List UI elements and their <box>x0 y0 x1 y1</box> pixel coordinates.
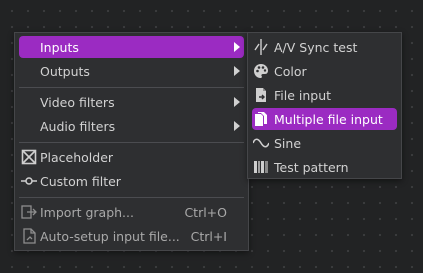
submenu-item-label: Multiple file input <box>274 111 383 127</box>
auto-setup-file-icon <box>21 228 37 244</box>
shortcut-label: Ctrl+I <box>190 228 227 244</box>
shortcut-label: Ctrl+O <box>184 204 227 220</box>
sine-wave-icon <box>253 135 269 151</box>
menu-item-label: Custom filter <box>40 173 121 189</box>
menu-separator <box>19 87 244 88</box>
submenu-item-sine[interactable]: Sine <box>252 132 397 154</box>
inputs-submenu: A/V Sync test Color File input Multiple … <box>247 32 402 179</box>
submenu-item-test-pattern[interactable]: Test pattern <box>252 156 397 178</box>
submenu-arrow-icon <box>234 121 240 131</box>
menu-item-inputs[interactable]: Inputs <box>19 36 244 58</box>
file-input-icon <box>253 87 269 103</box>
menu-item-label: Outputs <box>40 63 90 79</box>
menu-separator <box>19 197 244 198</box>
submenu-arrow-icon <box>234 97 240 107</box>
menu-item-outputs[interactable]: Outputs <box>19 60 244 82</box>
menu-item-audio-filters[interactable]: Audio filters <box>19 115 244 137</box>
menu-item-label: Video filters <box>40 94 115 110</box>
submenu-arrow-icon <box>234 66 240 76</box>
menu-item-label: Import graph... <box>40 204 134 220</box>
menu-item-import-graph[interactable]: Import graph... Ctrl+O <box>19 201 244 223</box>
test-pattern-icon <box>253 159 269 175</box>
submenu-item-label: File input <box>274 87 332 103</box>
submenu-item-file-input[interactable]: File input <box>252 84 397 106</box>
menu-item-auto-setup-input-file[interactable]: Auto-setup input file... Ctrl+I <box>19 225 244 247</box>
menu-item-placeholder[interactable]: Placeholder <box>19 146 244 168</box>
submenu-item-label: Sine <box>274 135 302 151</box>
context-menu: Inputs Outputs Video filters Audio filte… <box>14 32 249 251</box>
menu-separator <box>19 142 244 143</box>
menu-item-label: Inputs <box>40 39 79 55</box>
submenu-item-color[interactable]: Color <box>252 60 397 82</box>
submenu-item-multiple-file-input[interactable]: Multiple file input <box>252 108 397 130</box>
placeholder-box-icon <box>21 149 37 165</box>
submenu-item-av-sync-test[interactable]: A/V Sync test <box>252 36 397 58</box>
menu-item-custom-filter[interactable]: Custom filter <box>19 170 244 192</box>
submenu-arrow-icon <box>234 42 240 52</box>
submenu-item-label: Color <box>274 63 307 79</box>
import-graph-icon <box>21 204 37 220</box>
palette-icon <box>253 63 269 79</box>
menu-item-video-filters[interactable]: Video filters <box>19 91 244 113</box>
submenu-item-label: A/V Sync test <box>274 39 358 55</box>
menu-item-label: Placeholder <box>40 149 114 165</box>
custom-filter-icon <box>21 173 37 189</box>
menu-item-label: Auto-setup input file... <box>40 228 180 244</box>
submenu-item-label: Test pattern <box>274 159 349 175</box>
av-sync-icon <box>253 39 269 55</box>
menu-item-label: Audio filters <box>40 118 116 134</box>
multiple-files-icon <box>253 111 269 127</box>
